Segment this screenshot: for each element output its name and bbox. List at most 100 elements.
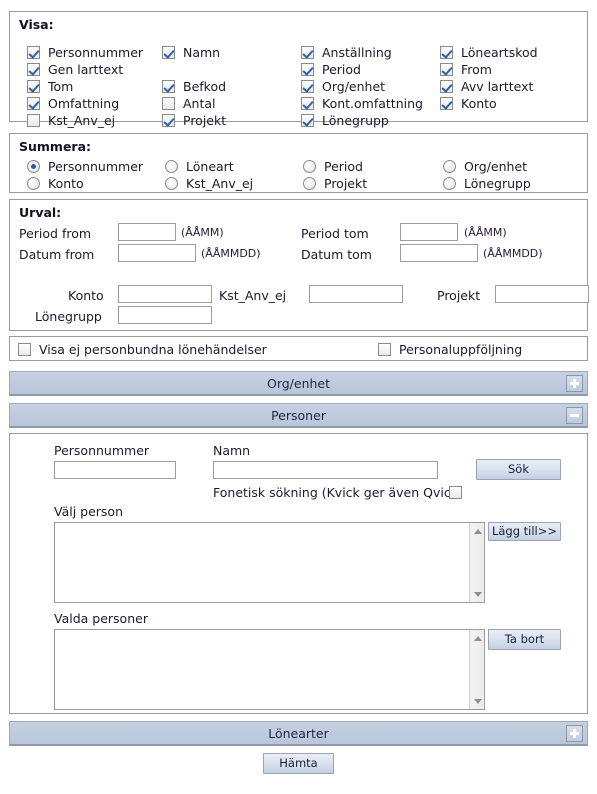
minus-icon[interactable]	[566, 407, 583, 424]
plus-icon[interactable]	[566, 375, 583, 392]
summera-option-projekt[interactable]: Projekt	[303, 176, 367, 191]
hamta-button[interactable]: Hämta	[263, 753, 334, 774]
flag-visa-ej-personbundna[interactable]: Visa ej personbundna lönehändelser	[18, 342, 267, 357]
checkbox-projekt[interactable]	[162, 114, 175, 127]
radio-konto[interactable]	[27, 177, 40, 190]
radio-orgenhet[interactable]	[443, 160, 456, 173]
radio-period[interactable]	[303, 160, 316, 173]
radio-loneart[interactable]	[165, 160, 178, 173]
summera-option-label: Löneart	[186, 159, 234, 174]
datum-from-input[interactable]	[118, 244, 196, 262]
scroll-up-arrow-icon[interactable]	[470, 524, 485, 538]
checkbox-from[interactable]	[440, 63, 453, 76]
section-title-orgenhet: Org/enhet	[266, 376, 331, 391]
namn-input[interactable]	[213, 461, 438, 479]
checkbox-lonegrupp[interactable]	[301, 114, 314, 127]
datum-tom-input[interactable]	[400, 244, 478, 262]
valj-person-scrollbar[interactable]	[469, 523, 484, 602]
visa-option-label: Tom	[48, 79, 74, 94]
visa-option-orgenhet[interactable]: Org/enhet	[301, 79, 385, 94]
visa-option-tom[interactable]: Tom	[27, 79, 73, 94]
valda-personer-listbox[interactable]	[54, 629, 485, 710]
plus-icon[interactable]	[566, 725, 583, 742]
checkbox-orgenhet[interactable]	[301, 80, 314, 93]
visa-option-label: Antal	[183, 96, 216, 111]
kst-anv-ej-input[interactable]	[309, 285, 403, 303]
period-from-input[interactable]	[118, 223, 176, 241]
visa-option-label: Konto	[461, 96, 497, 111]
summera-option-label: Period	[324, 159, 363, 174]
visa-option-konto[interactable]: Konto	[440, 96, 497, 111]
checkbox-period[interactable]	[301, 63, 314, 76]
visa-option-label: Projekt	[183, 113, 227, 128]
lonegrupp-input[interactable]	[118, 306, 212, 324]
radio-projekt[interactable]	[303, 177, 316, 190]
sok-button[interactable]: Sök	[476, 459, 561, 480]
radio-kst-anv-ej[interactable]	[165, 177, 178, 190]
summera-option-kst-anv-ej[interactable]: Kst_Anv_ej	[165, 176, 253, 191]
visa-option-avv-larttext[interactable]: Avv larttext	[440, 79, 533, 94]
radio-personnummer[interactable]	[27, 160, 40, 173]
checkbox-namn[interactable]	[162, 46, 175, 59]
checkbox-fonetisk-sokning[interactable]	[449, 486, 462, 499]
period-tom-input[interactable]	[400, 223, 458, 241]
konto-label: Konto	[68, 288, 104, 303]
visa-option-loneartskod[interactable]: Löneartskod	[440, 45, 538, 60]
ta-bort-button[interactable]: Ta bort	[488, 629, 561, 650]
flag-label: Visa ej personbundna lönehändelser	[39, 342, 267, 357]
visa-option-omfattning[interactable]: Omfattning	[27, 96, 119, 111]
valj-person-listbox[interactable]	[54, 522, 485, 603]
visa-option-projekt[interactable]: Projekt	[162, 113, 226, 128]
section-header-orgenhet[interactable]: Org/enhet	[9, 371, 588, 396]
konto-input[interactable]	[118, 285, 212, 303]
summera-option-konto[interactable]: Konto	[27, 176, 84, 191]
visa-option-kst-anv-ej[interactable]: Kst_Anv_ej	[27, 113, 115, 128]
visa-option-antal[interactable]: Antal	[162, 96, 216, 111]
visa-option-personnummer[interactable]: Personnummer	[27, 45, 143, 60]
summera-option-loneart[interactable]: Löneart	[165, 159, 234, 174]
projekt-input[interactable]	[495, 285, 589, 303]
visa-option-kont-omfattning[interactable]: Kont.omfattning	[301, 96, 423, 111]
checkbox-gen-larttext[interactable]	[27, 63, 40, 76]
summera-option-period[interactable]: Period	[303, 159, 363, 174]
checkbox-personnummer[interactable]	[27, 46, 40, 59]
lagg-till-button[interactable]: Lägg till>>	[488, 522, 561, 541]
report-filter-page: Visa: Personnummer Gen larttext Tom Omfa…	[0, 0, 597, 794]
visa-option-period[interactable]: Period	[301, 62, 361, 77]
summera-option-personnummer[interactable]: Personnummer	[27, 159, 143, 174]
checkbox-anstallning[interactable]	[301, 46, 314, 59]
visa-option-gen-larttext[interactable]: Gen larttext	[27, 62, 123, 77]
summera-option-lonegrupp[interactable]: Lönegrupp	[443, 176, 531, 191]
visa-option-namn[interactable]: Namn	[162, 45, 220, 60]
checkbox-kont-omfattning[interactable]	[301, 97, 314, 110]
urval-panel: Urval: Period from (ÅÅMM) Period tom (ÅÅ…	[9, 199, 589, 331]
section-header-personer[interactable]: Personer	[9, 403, 588, 428]
visa-option-from[interactable]: From	[440, 62, 492, 77]
checkbox-omfattning[interactable]	[27, 97, 40, 110]
visa-panel-title: Visa:	[19, 17, 54, 32]
scroll-down-arrow-icon[interactable]	[470, 694, 485, 708]
checkbox-kst-anv-ej[interactable]	[27, 114, 40, 127]
visa-option-label: Löneartskod	[461, 45, 538, 60]
personnummer-input[interactable]	[54, 461, 176, 479]
valda-personer-scrollbar[interactable]	[469, 630, 484, 709]
checkbox-befkod[interactable]	[162, 80, 175, 93]
section-header-lonearter[interactable]: Lönearter	[9, 721, 588, 746]
scroll-up-arrow-icon[interactable]	[470, 631, 485, 645]
radio-lonegrupp[interactable]	[443, 177, 456, 190]
checkbox-avv-larttext[interactable]	[440, 80, 453, 93]
visa-option-anstallning[interactable]: Anställning	[301, 45, 392, 60]
summera-option-orgenhet[interactable]: Org/enhet	[443, 159, 527, 174]
checkbox-visa-ej-personbundna[interactable]	[18, 343, 31, 356]
section-title-lonearter: Lönearter	[268, 726, 329, 741]
checkbox-antal[interactable]	[162, 97, 175, 110]
checkbox-konto[interactable]	[440, 97, 453, 110]
checkbox-tom[interactable]	[27, 80, 40, 93]
visa-option-befkod[interactable]: Befkod	[162, 79, 226, 94]
checkbox-personaluppfoljning[interactable]	[378, 343, 391, 356]
scroll-down-arrow-icon[interactable]	[470, 587, 485, 601]
visa-option-lonegrupp[interactable]: Lönegrupp	[301, 113, 389, 128]
flag-personaluppfoljning[interactable]: Personaluppföljning	[378, 342, 522, 357]
checkbox-loneartskod[interactable]	[440, 46, 453, 59]
projekt-label: Projekt	[437, 288, 481, 303]
